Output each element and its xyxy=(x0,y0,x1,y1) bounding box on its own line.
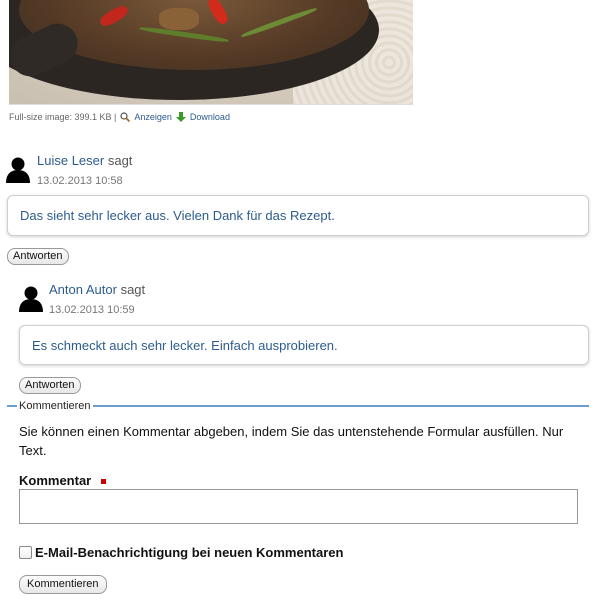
user-avatar-icon xyxy=(19,286,43,312)
reply-button[interactable]: Antworten xyxy=(7,248,69,265)
comment-label-text: Kommentar xyxy=(19,473,92,488)
download-arrow-icon xyxy=(175,112,186,122)
notify-checkbox-label: E-Mail-Benachrichtigung bei neuen Kommen… xyxy=(35,545,344,560)
download-link[interactable]: Download xyxy=(190,112,230,122)
magnifier-icon xyxy=(120,112,131,122)
comment-author[interactable]: Anton Autor xyxy=(49,282,117,297)
image-meta-line: Full-size image: 399.1 KB | Anzeigen Dow… xyxy=(9,112,230,122)
show-image-link[interactable]: Anzeigen xyxy=(134,112,172,122)
comment-says: sagt xyxy=(120,282,146,297)
user-avatar-icon xyxy=(6,157,30,183)
recipe-photo xyxy=(9,0,413,105)
comment-author-line: Luise Leser sagt xyxy=(37,153,132,168)
comment-input[interactable] xyxy=(19,489,578,524)
comment-author[interactable]: Luise Leser xyxy=(37,153,104,168)
comment-form-legend: Kommentieren xyxy=(19,400,91,412)
comment-body: Das sieht sehr lecker aus. Vielen Dank f… xyxy=(7,195,589,236)
notify-checkbox[interactable] xyxy=(19,546,32,559)
submit-comment-button[interactable]: Kommentieren xyxy=(19,575,107,594)
comment-date: 13.02.2013 10:59 xyxy=(49,304,135,316)
comment-date: 13.02.2013 10:58 xyxy=(37,175,123,187)
comment-form-intro: Sie können einen Kommentar abgeben, inde… xyxy=(19,424,564,458)
notify-checkbox-row[interactable]: E-Mail-Benachrichtigung bei neuen Kommen… xyxy=(19,545,343,560)
comment-says: sagt xyxy=(107,153,133,168)
comment-body: Es schmeckt auch sehr lecker. Einfach au… xyxy=(19,325,589,365)
image-size-text: Full-size image: 399.1 KB | xyxy=(9,112,117,122)
comment-label: Kommentar xyxy=(19,473,107,488)
photo-meat xyxy=(159,8,199,30)
reply-button[interactable]: Antworten xyxy=(19,377,81,394)
required-marker-icon xyxy=(101,479,107,485)
comment-author-line: Anton Autor sagt xyxy=(49,282,145,297)
